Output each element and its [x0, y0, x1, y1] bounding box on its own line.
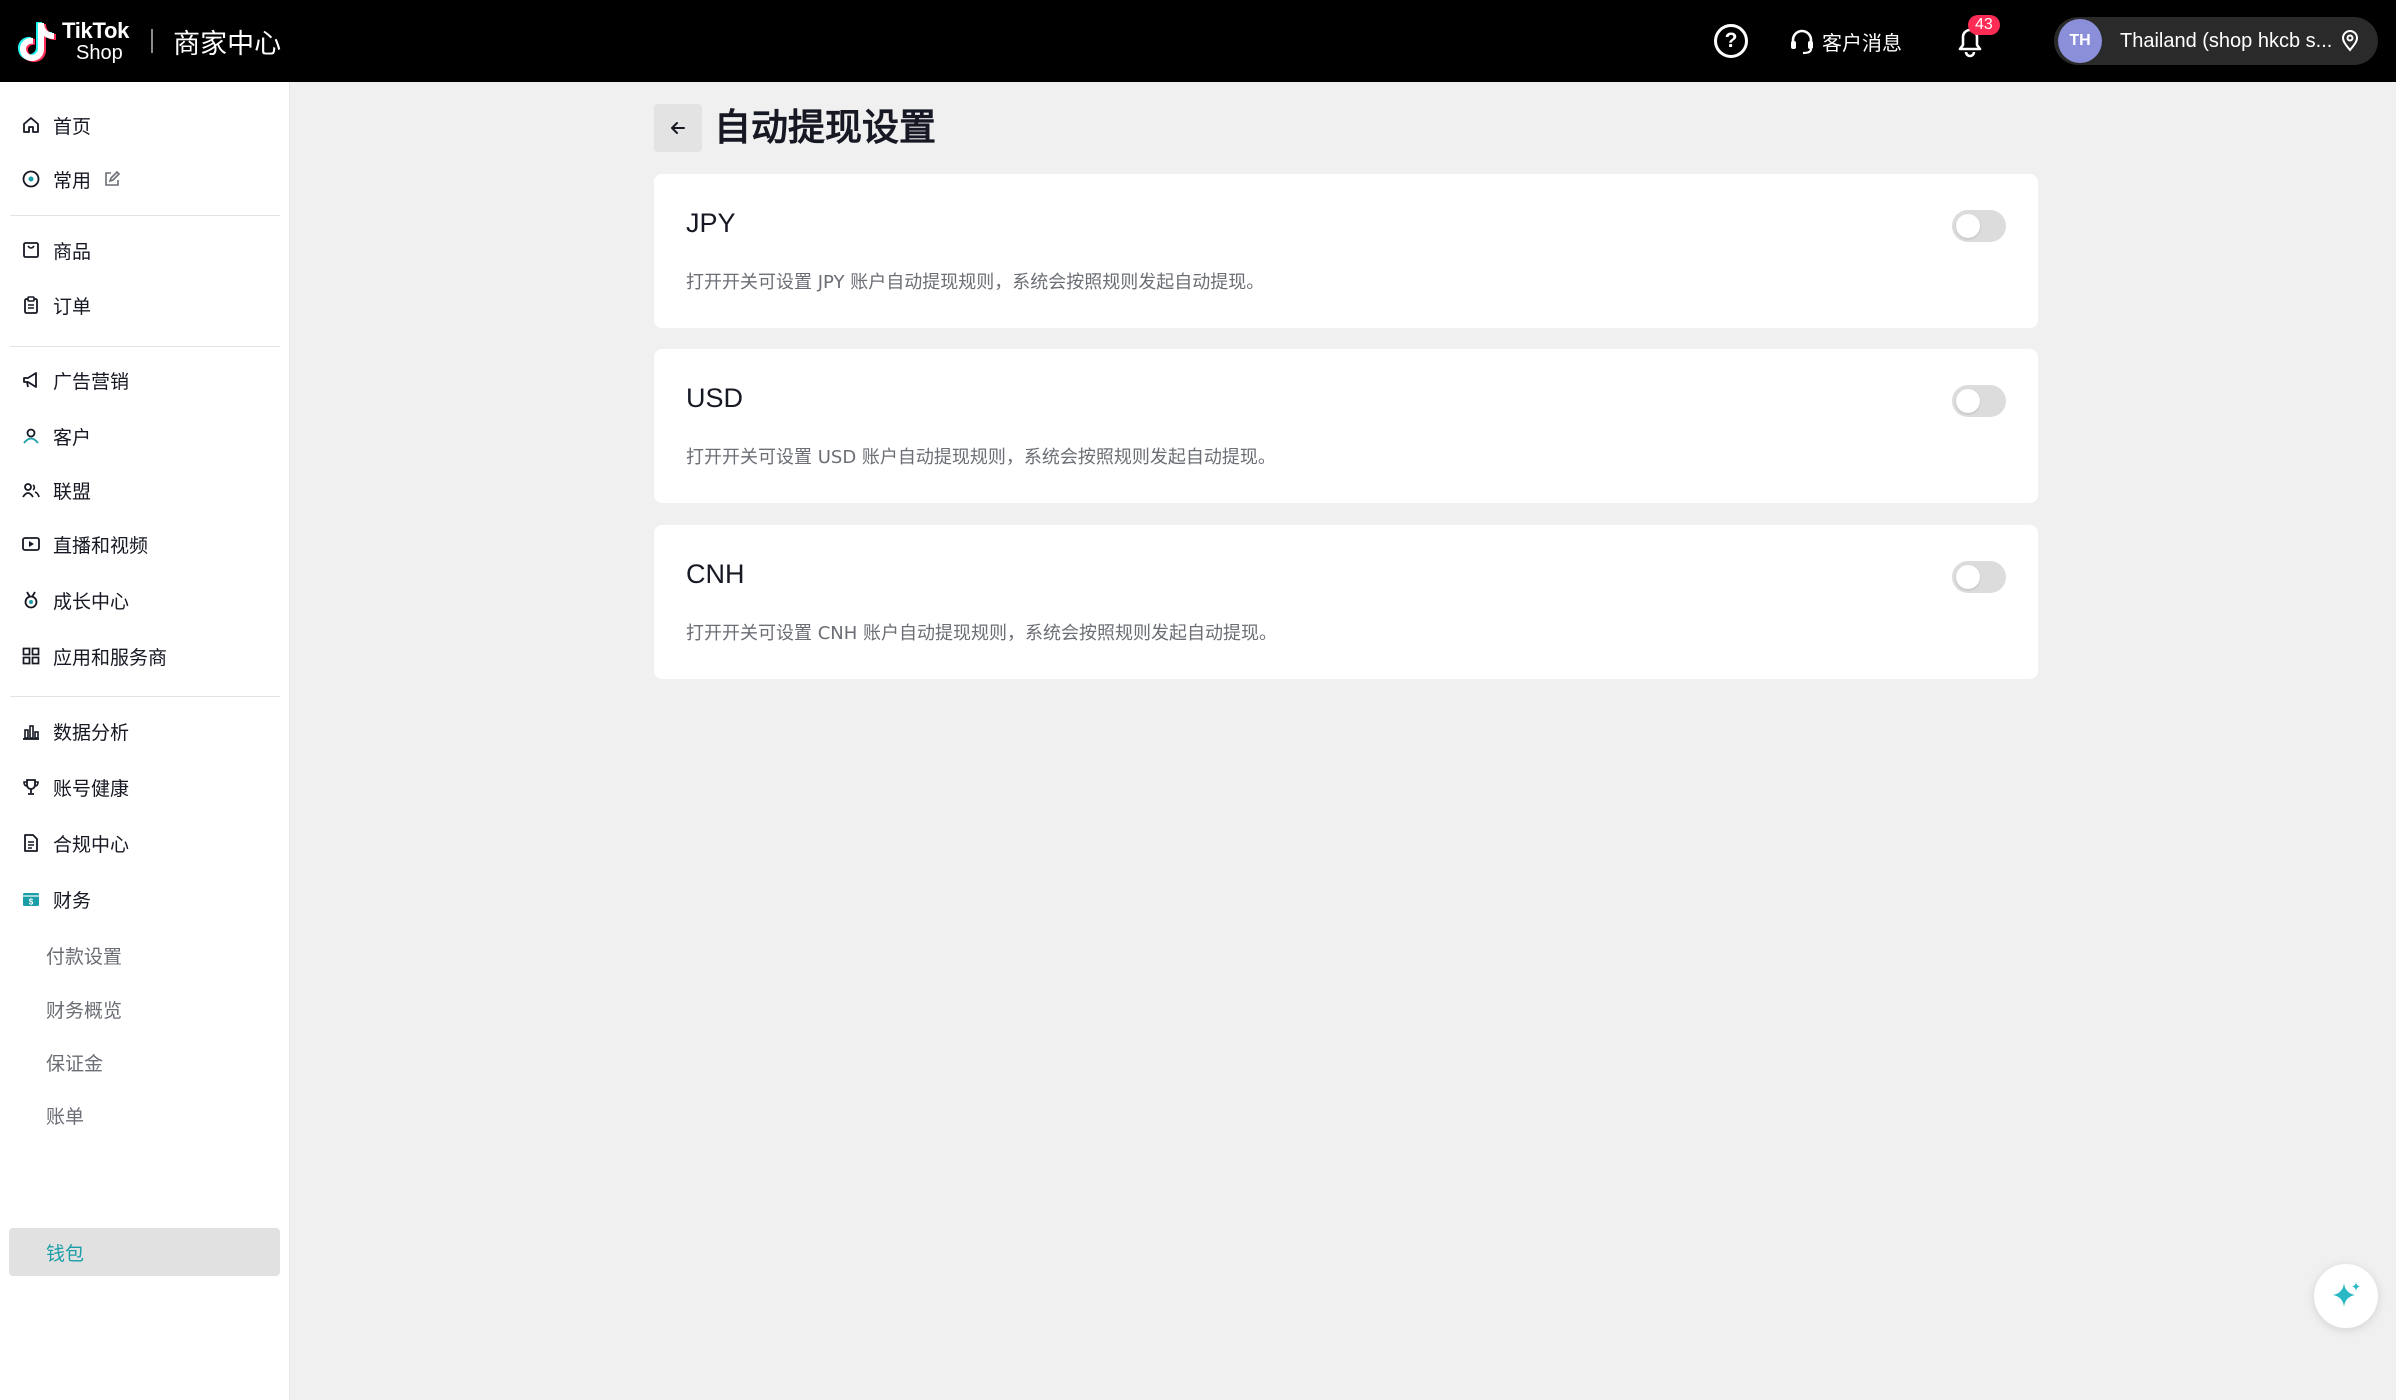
- sidebar-item-finance[interactable]: $ 财务: [20, 881, 91, 917]
- help-icon[interactable]: ?: [1714, 24, 1748, 58]
- pin-circle-icon: [20, 168, 42, 190]
- sidebar-subitem-label: 钱包: [46, 1242, 85, 1265]
- currency-name: USD: [686, 383, 744, 413]
- video-icon: [20, 533, 42, 555]
- app-title: 商家中心: [173, 28, 282, 60]
- shop-switcher[interactable]: TH Thailand (shop hkcb s...: [2054, 17, 2378, 65]
- sidebar-item-common[interactable]: 常用: [20, 161, 134, 197]
- top-right-actions: ? 客户消息 43 TH Thailand (shop hkcb s...: [1714, 0, 2378, 82]
- sidebar-divider: [10, 346, 280, 347]
- product-icon: [20, 239, 42, 261]
- sidebar: 首页 常用 商品 订单 广告营销 客户 联盟 直播和视频 成长中心 应用和服务商: [0, 82, 290, 1400]
- notification-badge: 43: [1968, 15, 2000, 35]
- sidebar-item-affiliate[interactable]: 联盟: [20, 472, 91, 508]
- sparkle-icon: [2333, 1282, 2360, 1307]
- headset-icon: [1791, 29, 1813, 55]
- sidebar-item-label: 账号健康: [53, 777, 130, 800]
- customer-icon: [20, 425, 42, 447]
- back-button[interactable]: [654, 104, 702, 152]
- customer-messages-button[interactable]: 客户消息: [1788, 27, 1902, 56]
- sidebar-item-label: 常用: [53, 169, 92, 192]
- page-title: 自动提现设置: [714, 106, 936, 149]
- sidebar-item-label: 广告营销: [53, 370, 130, 393]
- brand-line1: TikTok: [62, 17, 130, 43]
- sidebar-subitem-deposit[interactable]: 保证金: [46, 1044, 103, 1080]
- sidebar-item-label: 财务: [53, 889, 92, 912]
- currency-card-usd: USD 打开开关可设置 USD 账户自动提现规则，系统会按照规则发起自动提现。: [654, 349, 2038, 503]
- currency-description: 打开开关可设置 JPY 账户自动提现规则，系统会按照规则发起自动提现。: [686, 272, 1265, 293]
- tiktok-logo-icon: [18, 19, 56, 63]
- shop-name: Thailand (shop hkcb s...: [2120, 29, 2333, 52]
- medal-icon: [20, 589, 42, 611]
- top-bar: TikTok Shop 商家中心 ? 客户消息 43 TH Thailand (…: [0, 0, 2396, 82]
- sidebar-item-label: 订单: [53, 295, 92, 318]
- brand[interactable]: TikTok Shop 商家中心: [18, 0, 281, 82]
- sidebar-item-analytics[interactable]: 数据分析: [20, 713, 129, 749]
- currency-card-jpy: JPY 打开开关可设置 JPY 账户自动提现规则，系统会按照规则发起自动提现。: [654, 174, 2038, 328]
- customer-messages-label: 客户消息: [1822, 30, 1902, 55]
- avatar: TH: [2058, 19, 2102, 63]
- sidebar-item-orders[interactable]: 订单: [20, 287, 91, 323]
- document-icon: [20, 832, 42, 854]
- trophy-icon: [20, 776, 42, 798]
- edit-icon[interactable]: [101, 168, 123, 190]
- svg-text:$: $: [29, 898, 34, 907]
- sidebar-subitem-bills[interactable]: 账单: [46, 1097, 84, 1133]
- sidebar-item-home[interactable]: 首页: [20, 107, 91, 143]
- sidebar-item-growth[interactable]: 成长中心: [20, 582, 129, 618]
- arrow-left-icon: [671, 122, 685, 134]
- currency-name: JPY: [686, 208, 736, 238]
- auto-withdraw-toggle-usd[interactable]: [1952, 385, 2006, 417]
- sidebar-item-label: 首页: [53, 115, 92, 138]
- sidebar-item-label: 客户: [53, 426, 92, 449]
- auto-withdraw-toggle-cnh[interactable]: [1952, 561, 2006, 593]
- sidebar-item-account-health[interactable]: 账号健康: [20, 769, 129, 805]
- users-icon: [20, 479, 42, 501]
- sidebar-item-label: 应用和服务商: [53, 646, 168, 669]
- home-icon: [20, 114, 42, 136]
- bar-chart-icon: [20, 720, 42, 742]
- currency-name: CNH: [686, 559, 745, 589]
- currency-description: 打开开关可设置 USD 账户自动提现规则，系统会按照规则发起自动提现。: [686, 447, 1276, 468]
- sidebar-item-marketing[interactable]: 广告营销: [20, 362, 129, 398]
- sidebar-item-label: 直播和视频: [53, 534, 149, 557]
- sidebar-item-products[interactable]: 商品: [20, 232, 91, 268]
- toggle-knob: [1956, 389, 1980, 413]
- sidebar-subitem-payment-settings[interactable]: 付款设置: [46, 937, 122, 973]
- sidebar-divider: [10, 696, 280, 697]
- sidebar-item-customers[interactable]: 客户: [20, 418, 91, 454]
- toggle-knob: [1956, 214, 1980, 238]
- ai-assistant-button[interactable]: [2314, 1264, 2378, 1328]
- sidebar-subitem-finance-overview[interactable]: 财务概览: [46, 991, 122, 1027]
- currency-description: 打开开关可设置 CNH 账户自动提现规则，系统会按照规则发起自动提现。: [686, 623, 1278, 644]
- sidebar-item-label: 联盟: [53, 480, 92, 503]
- sidebar-item-compliance[interactable]: 合规中心: [20, 825, 129, 861]
- sidebar-item-label: 数据分析: [53, 721, 130, 744]
- sidebar-item-apps[interactable]: 应用和服务商: [20, 638, 167, 674]
- apps-icon: [20, 645, 42, 667]
- auto-withdraw-toggle-jpy[interactable]: [1952, 210, 2006, 242]
- clipboard-icon: [20, 294, 42, 316]
- sidebar-divider: [10, 215, 280, 216]
- sidebar-subitem-wallet[interactable]: 钱包: [9, 1228, 280, 1276]
- sidebar-item-label: 商品: [53, 240, 92, 263]
- sidebar-item-live-video[interactable]: 直播和视频: [20, 526, 148, 562]
- notifications-button[interactable]: 43: [1950, 15, 2000, 61]
- sidebar-item-label: 成长中心: [53, 590, 130, 613]
- location-pin-icon: [2341, 30, 2359, 52]
- sidebar-item-label: 合规中心: [53, 833, 130, 856]
- toggle-knob: [1956, 565, 1980, 589]
- brand-wordmark: TikTok Shop: [62, 17, 130, 64]
- brand-line2: Shop: [76, 41, 123, 64]
- megaphone-icon: [20, 369, 42, 391]
- brand-divider: [151, 29, 154, 53]
- finance-icon: $: [20, 888, 42, 910]
- currency-card-cnh: CNH 打开开关可设置 CNH 账户自动提现规则，系统会按照规则发起自动提现。: [654, 525, 2038, 679]
